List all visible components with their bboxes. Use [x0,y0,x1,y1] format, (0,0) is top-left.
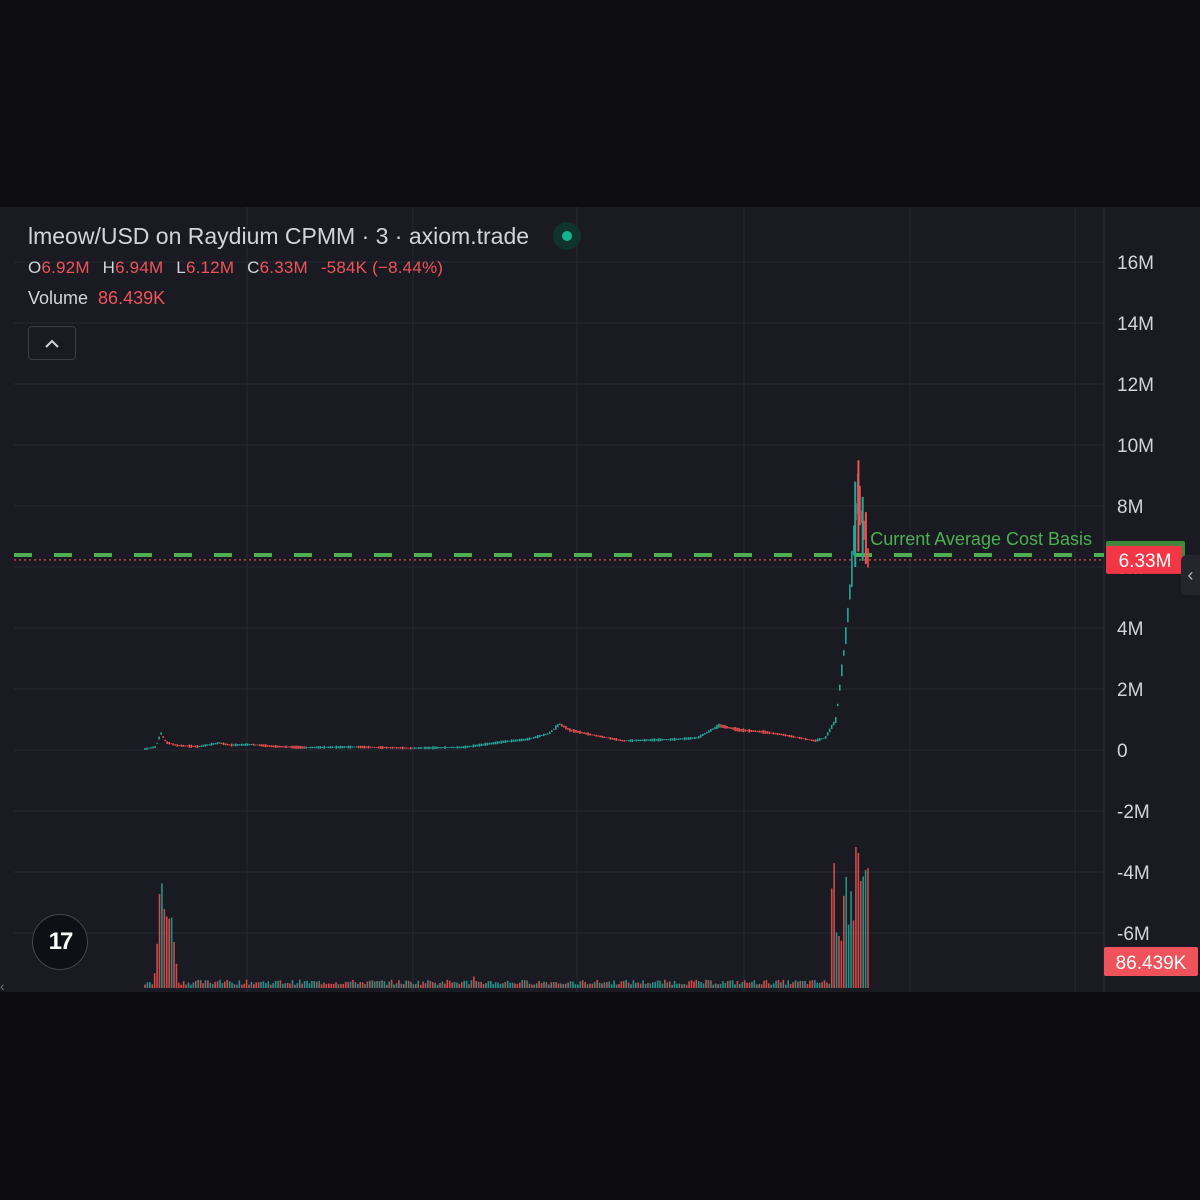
high-value: 6.94M [115,258,164,277]
candle-series [144,460,869,750]
cost-basis-line: Current Average Cost Basis [14,529,1104,561]
low-key: L [176,258,186,277]
chevron-up-icon [45,339,59,348]
y-tick-label: 0 [1117,741,1128,762]
high-key: H [102,258,116,277]
volume-legend: Volume 86.439K [28,288,581,309]
y-tick-label: -4M [1117,863,1150,884]
blurred-bottom-area [0,992,1200,1200]
price-chart[interactable]: Current Average Cost Basis 16M 14M 12M 10M 8… [0,207,1200,992]
market-status-icon[interactable] [553,222,582,250]
close-key: C [247,258,260,277]
volume-value: 86.439K [98,288,166,308]
y-tick-label: 4M [1117,619,1143,640]
volume-label: Volume [28,288,89,308]
symbol-title[interactable]: lmeow/USD on Raydium CPMM · 3 · axiom.tr… [28,223,529,250]
open-key: O [28,258,42,277]
cost-basis-label: Current Average Cost Basis [870,529,1092,549]
y-tick-label: 12M [1117,375,1154,396]
y-tick-label: 8M [1117,497,1143,518]
blurred-top-area [0,0,1200,207]
close-value: 6.33M [259,258,308,277]
tradingview-logo-icon[interactable]: 17 [32,914,88,970]
low-value: 6.12M [185,258,235,277]
y-tick-label: -2M [1117,802,1150,823]
y-tick-label: 10M [1117,436,1154,457]
axis-labels: 16M14M12M10M8M6M4M2M0-2M-4M-6M6.36M6.33M… [1104,253,1198,976]
collapse-legend-button[interactable] [28,326,76,360]
chart-grid [14,207,1104,992]
volume-series [144,847,869,988]
y-tick-label: 14M [1117,314,1154,335]
ohlc-values: O6.92M H6.94M L6.12M C6.33M -584K (−8.44… [28,258,581,278]
open-value: 6.92M [41,258,90,277]
volume-price-text: 86.439K [1116,953,1187,974]
chart-legend: lmeow/USD on Raydium CPMM · 3 · axiom.tr… [28,222,582,309]
y-tick-label: -6M [1117,924,1150,945]
change-value: -584K (−8.44%) [320,258,444,277]
y-tick-label: 2M [1117,680,1143,701]
last-price-text: 6.33M [1119,551,1172,572]
chevron-left-icon[interactable]: ‹ [1181,555,1200,595]
y-tick-label: 16M [1117,253,1154,274]
